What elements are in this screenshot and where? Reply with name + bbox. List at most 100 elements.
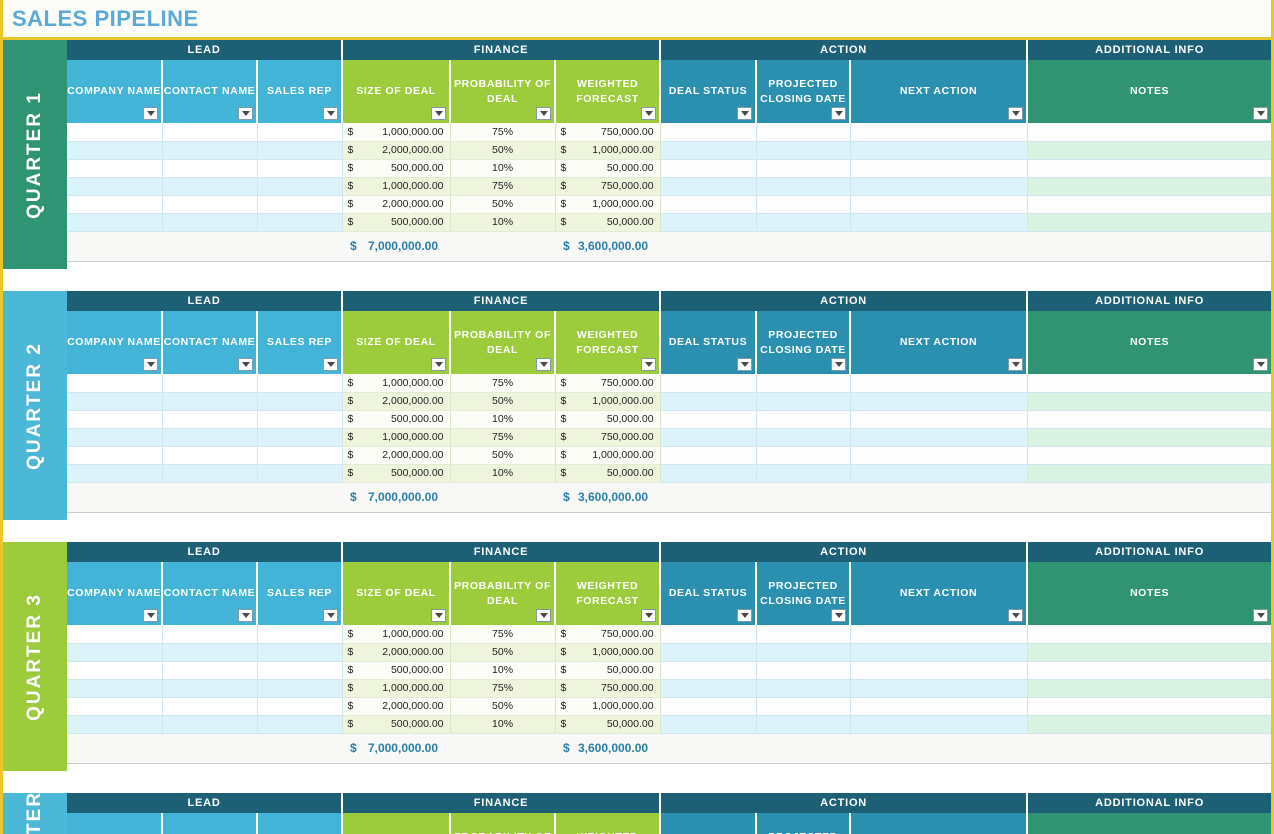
cell-sales_rep[interactable]	[257, 446, 343, 465]
cell-next_action[interactable]	[850, 374, 1028, 393]
column-header-probability[interactable]: PROBABILITY OF DEAL	[450, 60, 557, 123]
cell-next_action[interactable]	[850, 679, 1028, 698]
cell-probability[interactable]: 10%	[450, 159, 556, 178]
column-header-closing_date[interactable]: PROJECTED CLOSING DATE	[756, 60, 852, 123]
cell-company_name[interactable]	[67, 446, 163, 465]
cell-contact_name[interactable]	[162, 123, 258, 142]
cell-size_of_deal[interactable]: $2,000,000.00	[342, 446, 451, 465]
cell-weighted[interactable]: $1,000,000.00	[555, 141, 661, 160]
column-header-contact_name[interactable]: CONTACT NAME	[162, 562, 258, 625]
cell-probability[interactable]: 10%	[450, 410, 556, 429]
column-header-closing_date[interactable]: PROJECTED CLOSING DATE	[756, 562, 852, 625]
table-row[interactable]: $1,000,000.00 75% $750,000.00	[67, 625, 1271, 644]
cell-next_action[interactable]	[850, 213, 1028, 232]
table-row[interactable]: $500,000.00 10% $50,000.00	[67, 410, 1271, 429]
cell-probability[interactable]: 50%	[450, 446, 556, 465]
cell-company_name[interactable]	[67, 679, 163, 698]
cell-closing_date[interactable]	[756, 123, 851, 142]
table-row[interactable]: $2,000,000.00 50% $1,000,000.00	[67, 697, 1271, 716]
column-header-weighted[interactable]: WEIGHTED FORECAST	[555, 311, 662, 374]
cell-size_of_deal[interactable]: $500,000.00	[342, 715, 451, 734]
filter-dropdown-icon[interactable]	[143, 609, 158, 622]
filter-dropdown-icon[interactable]	[1008, 609, 1024, 622]
column-header-company_name[interactable]: COMPANY NAME	[67, 562, 163, 625]
table-row[interactable]: $2,000,000.00 50% $1,000,000.00	[67, 195, 1271, 214]
cell-deal_status[interactable]	[660, 715, 757, 734]
column-header-probability[interactable]: PROBABILITY OF DEAL	[450, 562, 557, 625]
cell-contact_name[interactable]	[162, 428, 258, 447]
cell-notes[interactable]	[1027, 159, 1271, 178]
column-header-contact_name[interactable]: CONTACT NAME	[162, 311, 258, 374]
table-row[interactable]: $2,000,000.00 50% $1,000,000.00	[67, 392, 1271, 411]
cell-size_of_deal[interactable]: $2,000,000.00	[342, 141, 451, 160]
cell-sales_rep[interactable]	[257, 428, 343, 447]
filter-dropdown-icon[interactable]	[536, 609, 552, 622]
column-header-next_action[interactable]: NEXT ACTION	[850, 562, 1029, 625]
cell-sales_rep[interactable]	[257, 715, 343, 734]
column-header-notes[interactable]: NOTES	[1027, 60, 1271, 123]
column-header-sales_rep[interactable]: SALES REP	[257, 60, 344, 123]
filter-dropdown-icon[interactable]	[323, 358, 339, 371]
cell-closing_date[interactable]	[756, 141, 851, 160]
cell-contact_name[interactable]	[162, 643, 258, 662]
cell-closing_date[interactable]	[756, 661, 851, 680]
filter-dropdown-icon[interactable]	[1253, 107, 1269, 120]
cell-weighted[interactable]: $750,000.00	[555, 123, 661, 142]
filter-dropdown-icon[interactable]	[238, 358, 253, 371]
cell-size_of_deal[interactable]: $1,000,000.00	[342, 679, 451, 698]
cell-weighted[interactable]: $1,000,000.00	[555, 195, 661, 214]
column-header-sales_rep[interactable]: SALES REP	[257, 813, 344, 834]
column-header-closing_date[interactable]: PROJECTED CLOSING DATE	[756, 311, 852, 374]
cell-next_action[interactable]	[850, 661, 1028, 680]
filter-dropdown-icon[interactable]	[831, 107, 847, 120]
cell-deal_status[interactable]	[660, 392, 757, 411]
cell-size_of_deal[interactable]: $500,000.00	[342, 159, 451, 178]
table-row[interactable]: $500,000.00 10% $50,000.00	[67, 715, 1271, 734]
cell-deal_status[interactable]	[660, 428, 757, 447]
cell-notes[interactable]	[1027, 643, 1271, 662]
cell-company_name[interactable]	[67, 661, 163, 680]
cell-company_name[interactable]	[67, 715, 163, 734]
cell-deal_status[interactable]	[660, 446, 757, 465]
cell-deal_status[interactable]	[660, 697, 757, 716]
cell-next_action[interactable]	[850, 464, 1028, 483]
column-header-probability[interactable]: PROBABILITY OF DEAL	[450, 311, 557, 374]
cell-closing_date[interactable]	[756, 697, 851, 716]
table-row[interactable]: $1,000,000.00 75% $750,000.00	[67, 679, 1271, 698]
cell-next_action[interactable]	[850, 428, 1028, 447]
column-header-deal_status[interactable]: DEAL STATUS	[660, 562, 758, 625]
cell-contact_name[interactable]	[162, 679, 258, 698]
column-header-company_name[interactable]: COMPANY NAME	[67, 311, 163, 374]
cell-closing_date[interactable]	[756, 195, 851, 214]
cell-size_of_deal[interactable]: $1,000,000.00	[342, 428, 451, 447]
cell-company_name[interactable]	[67, 123, 163, 142]
table-row[interactable]: $1,000,000.00 75% $750,000.00	[67, 123, 1271, 142]
cell-probability[interactable]: 75%	[450, 625, 556, 644]
cell-weighted[interactable]: $750,000.00	[555, 679, 661, 698]
column-header-size_of_deal[interactable]: SIZE OF DEAL	[342, 813, 452, 834]
cell-sales_rep[interactable]	[257, 195, 343, 214]
cell-sales_rep[interactable]	[257, 141, 343, 160]
cell-contact_name[interactable]	[162, 177, 258, 196]
cell-deal_status[interactable]	[660, 195, 757, 214]
column-header-weighted[interactable]: WEIGHTED FORECAST	[555, 60, 662, 123]
cell-probability[interactable]: 50%	[450, 195, 556, 214]
cell-sales_rep[interactable]	[257, 625, 343, 644]
cell-weighted[interactable]: $1,000,000.00	[555, 392, 661, 411]
cell-next_action[interactable]	[850, 715, 1028, 734]
cell-probability[interactable]: 75%	[450, 177, 556, 196]
column-header-notes[interactable]: NOTES	[1027, 562, 1271, 625]
cell-company_name[interactable]	[67, 141, 163, 160]
cell-next_action[interactable]	[850, 643, 1028, 662]
cell-deal_status[interactable]	[660, 159, 757, 178]
filter-dropdown-icon[interactable]	[238, 107, 253, 120]
table-row[interactable]: $500,000.00 10% $50,000.00	[67, 464, 1271, 483]
cell-notes[interactable]	[1027, 464, 1271, 483]
column-header-deal_status[interactable]: DEAL STATUS	[660, 60, 758, 123]
cell-notes[interactable]	[1027, 697, 1271, 716]
cell-next_action[interactable]	[850, 159, 1028, 178]
cell-size_of_deal[interactable]: $2,000,000.00	[342, 643, 451, 662]
column-header-sales_rep[interactable]: SALES REP	[257, 311, 344, 374]
column-header-closing_date[interactable]: PROJECTED CLOSING DATE	[756, 813, 852, 834]
column-header-next_action[interactable]: NEXT ACTION	[850, 813, 1029, 834]
